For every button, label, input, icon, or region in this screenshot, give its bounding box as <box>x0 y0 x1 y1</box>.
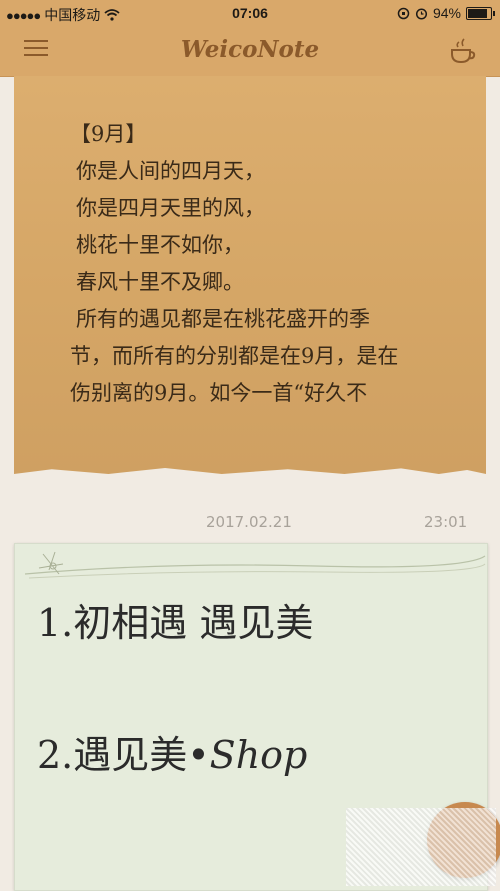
note-card[interactable]: 【9月】 你是人间的四月天， 你是四月天里的风， 桃花十里不如你， 春风十里不及… <box>14 76 486 474</box>
note-date: 2017.02.21 <box>206 513 292 531</box>
watermark <box>346 808 496 886</box>
note-line: 节，而所有的分别都是在9月，是在 <box>70 344 399 368</box>
note-line: 桃花十里不如你， <box>76 233 244 257</box>
nav-bar: WeicoNote <box>0 26 500 77</box>
list-item-text: 2.遇见美• <box>37 733 210 777</box>
list-item-suffix: Shop <box>209 733 308 777</box>
coffee-cup-icon[interactable] <box>448 36 478 66</box>
note-line: 伤别离的9月。如今一首“好久不 <box>70 381 368 405</box>
battery-icon <box>466 6 495 20</box>
note-line: 春风十里不及卿。 <box>76 270 244 294</box>
note-line: 你是人间的四月天， <box>76 159 265 183</box>
list-item: 2.遇见美•Shop <box>37 724 307 779</box>
note-content: 【9月】 你是人间的四月天， 你是四月天里的风， 桃花十里不如你， 春风十里不及… <box>70 116 460 412</box>
note-line: 【9月】 <box>70 122 147 146</box>
alarm-icon <box>415 7 428 20</box>
list-item: 1.初相遇 遇见美 <box>37 601 314 645</box>
orientation-lock-icon <box>397 7 410 19</box>
status-bar: ●●●●● 中国移动 07:06 94% <box>0 0 500 26</box>
note-line: 你是四月天里的风， <box>76 196 265 220</box>
note-line: 所有的遇见都是在桃花盛开的季 <box>76 307 370 331</box>
status-right: 94% <box>397 5 495 21</box>
battery-percent: 94% <box>432 5 461 21</box>
note-time: 23:01 <box>424 513 468 531</box>
app-title: WeicoNote <box>180 36 320 63</box>
